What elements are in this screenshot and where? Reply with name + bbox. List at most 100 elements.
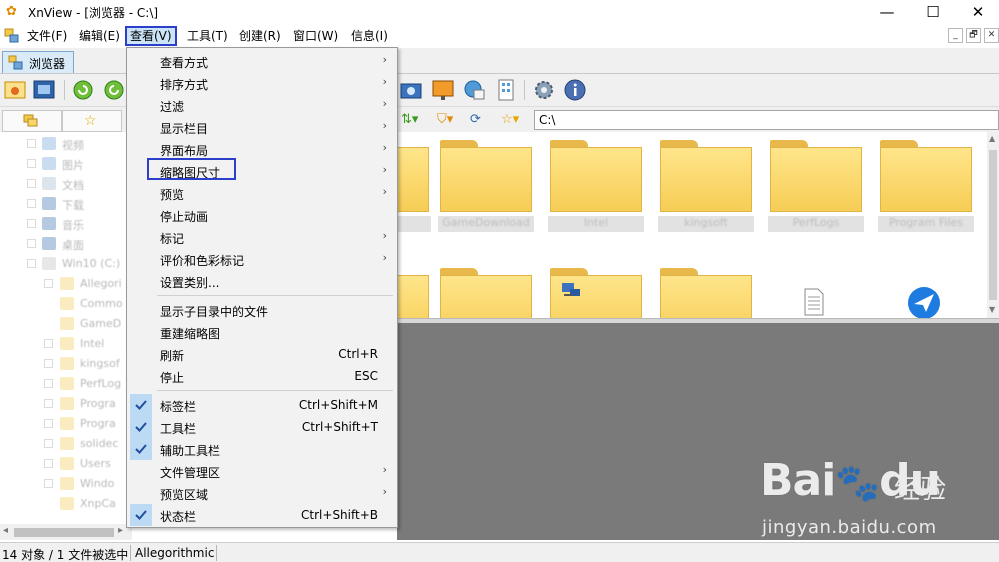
folder-thumbnail[interactable] bbox=[880, 140, 972, 212]
folder-thumbnail[interactable] bbox=[397, 268, 429, 318]
tree-item[interactable]: Win10 (C:) bbox=[0, 254, 131, 274]
menu-item-stop-animation[interactable]: 停止动画 bbox=[128, 204, 396, 226]
tree-item[interactable]: 图片 bbox=[0, 154, 131, 174]
folder-thumbnail[interactable] bbox=[440, 140, 532, 212]
menu-item-show-subfolder-files[interactable]: 显示子目录中的文件 bbox=[128, 299, 396, 321]
close-button[interactable]: ✕ bbox=[955, 0, 999, 24]
refresh-icon[interactable]: ⟳ bbox=[470, 111, 481, 129]
tree-item[interactable]: Progra bbox=[0, 414, 131, 434]
menu-item-set-category[interactable]: 设置类别... bbox=[128, 270, 396, 292]
tree-item[interactable]: kingsof bbox=[0, 354, 131, 374]
menu-item-tag[interactable]: 标记 › bbox=[128, 226, 396, 248]
mdi-close-button[interactable]: ✕ bbox=[984, 28, 999, 43]
tree-item[interactable]: solidec bbox=[0, 434, 131, 454]
slideshow-icon[interactable] bbox=[431, 78, 455, 102]
menu-item-rebuild-thumbnails[interactable]: 重建缩略图 bbox=[128, 321, 396, 343]
menu-bar: 文件(F) 编辑(E) 查看(V) 工具(T) 创建(R) 窗口(W) 信息(I… bbox=[0, 24, 999, 48]
menu-item-preview[interactable]: 预览 › bbox=[128, 182, 396, 204]
folder-thumbnail[interactable] bbox=[550, 140, 642, 212]
menu-item-show-columns[interactable]: 显示栏目 › bbox=[128, 116, 396, 138]
menu-item-toolbar[interactable]: 工具栏 Ctrl+Shift+T bbox=[128, 416, 396, 438]
tree-item[interactable]: Users bbox=[0, 454, 131, 474]
rotate-right-icon[interactable] bbox=[102, 78, 126, 102]
gear-icon[interactable] bbox=[532, 78, 556, 102]
tree-item[interactable]: Intel bbox=[0, 334, 131, 354]
folder-thumbnail[interactable] bbox=[770, 140, 862, 212]
rotate-left-icon[interactable] bbox=[71, 78, 95, 102]
capture-icon[interactable] bbox=[399, 78, 423, 102]
minimize-button[interactable]: — bbox=[864, 0, 910, 24]
tree-item[interactable]: Progra bbox=[0, 394, 131, 414]
xnview-app-icon[interactable]: ✿ bbox=[6, 4, 22, 20]
scroll-right-icon[interactable]: ▸ bbox=[118, 525, 123, 536]
menu-item-tab-bar[interactable]: 标签栏 Ctrl+Shift+M bbox=[128, 394, 396, 416]
menu-item-file-manager[interactable]: 文件管理区 › bbox=[128, 460, 396, 482]
tree-item[interactable]: 视频 bbox=[0, 134, 131, 154]
scroll-thumb[interactable] bbox=[14, 528, 114, 537]
tree-item[interactable]: Allegori bbox=[0, 274, 131, 294]
thumbnail-vertical-scrollbar[interactable]: ▲ ▼ bbox=[987, 132, 999, 318]
menu-info[interactable]: 信息(I) bbox=[348, 26, 391, 46]
menu-edit[interactable]: 编辑(E) bbox=[76, 26, 123, 46]
mdi-restore-button[interactable]: 🗗 bbox=[966, 28, 981, 43]
browser-icon bbox=[8, 55, 23, 70]
info-icon[interactable] bbox=[563, 78, 587, 102]
tree-item[interactable]: 文档 bbox=[0, 174, 131, 194]
tree-horizontal-scrollbar[interactable]: ◂ ▸ bbox=[0, 524, 132, 540]
menu-view[interactable]: 查看(V) bbox=[125, 26, 177, 46]
checkmark-icon bbox=[130, 438, 152, 460]
document-window-icon[interactable] bbox=[4, 28, 20, 44]
menu-item-stop[interactable]: 停止 ESC bbox=[128, 365, 396, 387]
scroll-down-icon[interactable]: ▼ bbox=[989, 305, 995, 314]
menu-window[interactable]: 窗口(W) bbox=[290, 26, 341, 46]
contact-sheet-icon[interactable] bbox=[494, 78, 518, 102]
fullscreen-icon[interactable] bbox=[32, 78, 56, 102]
favorites-dropdown-icon[interactable]: ☆▾ bbox=[501, 111, 519, 129]
menu-item-layout[interactable]: 界面布局 › bbox=[128, 138, 396, 160]
folder-thumbnail[interactable] bbox=[660, 140, 752, 212]
tree-item[interactable]: 音乐 bbox=[0, 214, 131, 234]
scroll-left-icon[interactable]: ◂ bbox=[3, 525, 8, 536]
scroll-up-icon[interactable]: ▲ bbox=[989, 134, 995, 143]
tree-item[interactable]: Commo bbox=[0, 294, 131, 314]
folder-label: kingsoft bbox=[684, 216, 728, 229]
text-file-icon[interactable] bbox=[803, 288, 825, 316]
maximize-button[interactable]: ☐ bbox=[910, 0, 956, 24]
tree-item[interactable]: 下载 bbox=[0, 194, 131, 214]
menu-file[interactable]: 文件(F) bbox=[24, 26, 70, 46]
tree-item[interactable]: PerfLog bbox=[0, 374, 131, 394]
submenu-arrow-icon: › bbox=[382, 463, 387, 476]
menu-item-view-mode[interactable]: 查看方式 › bbox=[128, 50, 396, 72]
mdi-minimize-button[interactable]: _ bbox=[948, 28, 963, 43]
menu-item-rating-color[interactable]: 评价和色彩标记 › bbox=[128, 248, 396, 270]
tree-item[interactable]: Windo bbox=[0, 474, 131, 494]
tab-browser[interactable]: 浏览器 bbox=[2, 51, 74, 73]
tree-item[interactable]: GameD bbox=[0, 314, 131, 334]
menu-create[interactable]: 创建(R) bbox=[236, 26, 284, 46]
baidu-watermark: Bai🐾du 经验 jingyan.baidu.com bbox=[760, 455, 990, 545]
folder-thumbnail[interactable] bbox=[660, 268, 752, 318]
folders-tab[interactable] bbox=[2, 110, 62, 132]
submenu-arrow-icon: › bbox=[382, 485, 387, 498]
tree-item[interactable]: 桌面 bbox=[0, 234, 131, 254]
menu-item-refresh[interactable]: 刷新 Ctrl+R bbox=[128, 343, 396, 365]
menu-item-sort-by[interactable]: 排序方式 › bbox=[128, 72, 396, 94]
folder-thumbnail[interactable] bbox=[397, 140, 429, 212]
web-export-icon[interactable] bbox=[462, 78, 486, 102]
submenu-arrow-icon: › bbox=[382, 97, 387, 110]
app-shortcut-icon[interactable] bbox=[907, 286, 941, 318]
folder-thumbnail[interactable] bbox=[440, 268, 532, 318]
scroll-thumb[interactable] bbox=[989, 150, 997, 300]
tree-item[interactable]: XnpCa bbox=[0, 494, 131, 514]
browse-folder-icon[interactable] bbox=[3, 78, 27, 102]
filter-icon[interactable]: ⛉▾ bbox=[437, 111, 453, 129]
menu-item-filter[interactable]: 过滤 › bbox=[128, 94, 396, 116]
menu-item-aux-toolbar[interactable]: 辅助工具栏 bbox=[128, 438, 396, 460]
navigate-icon[interactable]: ⇅▾ bbox=[401, 111, 418, 129]
menu-item-status-bar[interactable]: 状态栏 Ctrl+Shift+B bbox=[128, 504, 396, 526]
menu-tools[interactable]: 工具(T) bbox=[184, 26, 231, 46]
folder-thumbnail[interactable] bbox=[550, 268, 642, 318]
address-input[interactable]: C:\ bbox=[534, 110, 999, 130]
favorites-tab[interactable]: ☆ bbox=[62, 110, 122, 132]
menu-item-preview-area[interactable]: 预览区域 › bbox=[128, 482, 396, 504]
